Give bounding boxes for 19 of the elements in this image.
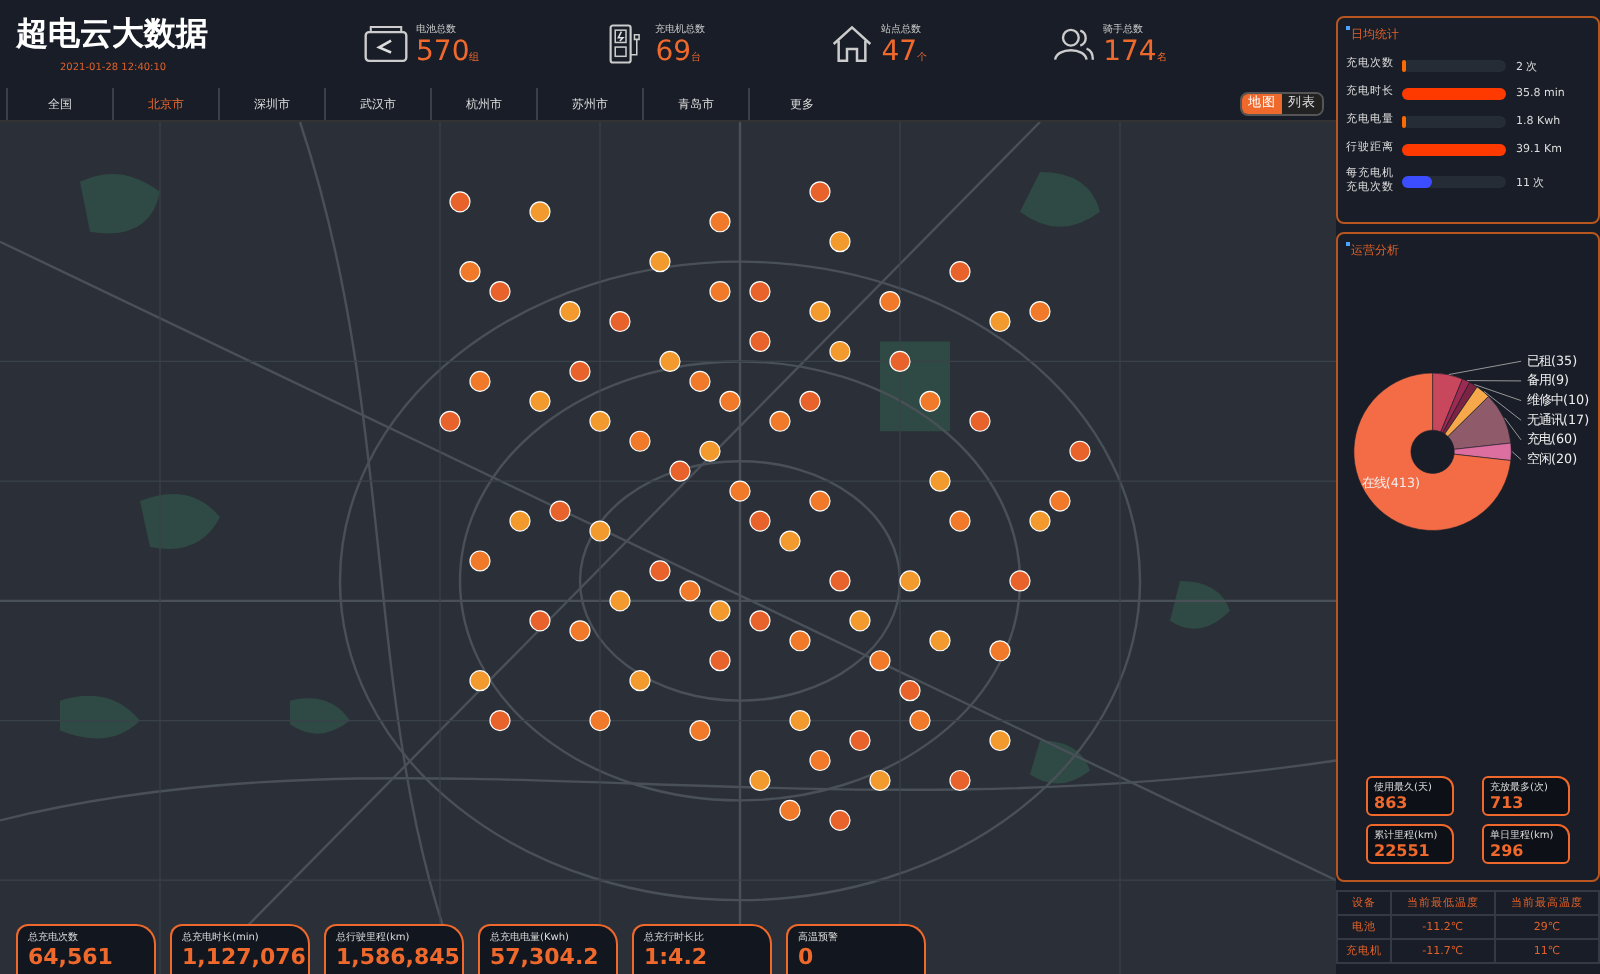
- metric-value: 296: [1490, 842, 1526, 860]
- people-icon: [1051, 24, 1096, 64]
- total-value: 64,561: [28, 944, 115, 970]
- total-value: 0: [798, 944, 816, 970]
- map-drawing[interactable]: [0, 122, 1336, 974]
- dashboard-title: 超电云大数据: [16, 14, 210, 56]
- house-icon: [829, 24, 874, 64]
- stat-value: 47: [881, 35, 918, 67]
- stat-value: 69: [655, 35, 692, 67]
- total-value: 57,304.2: [490, 944, 601, 970]
- metric-value: 863: [1374, 794, 1410, 812]
- total-value: 1:4.2: [644, 944, 710, 970]
- metric-value: 22551: [1374, 842, 1432, 860]
- metric-value: 713: [1490, 794, 1526, 812]
- stat-value: 174: [1103, 35, 1157, 67]
- leader-line: [1511, 451, 1522, 461]
- leader-line: [1448, 360, 1522, 376]
- stat-value: 570: [416, 35, 470, 67]
- card-icon: [364, 24, 408, 64]
